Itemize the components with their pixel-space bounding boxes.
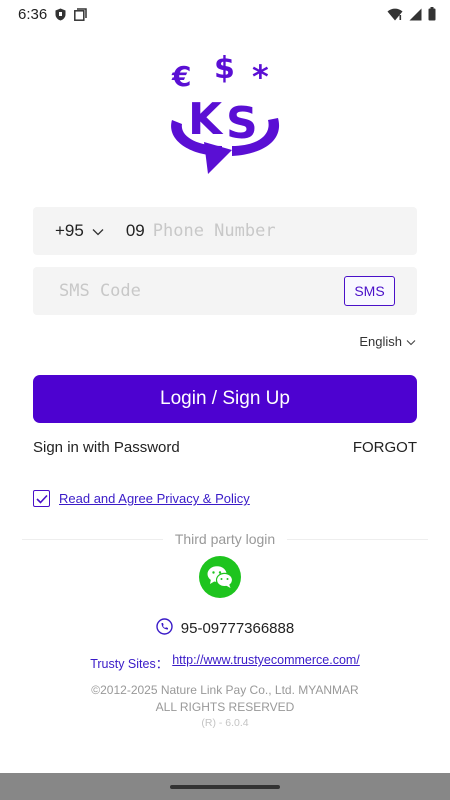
phone-number-input[interactable] <box>152 221 373 241</box>
agree-checkbox[interactable] <box>33 490 50 507</box>
chevron-down-icon <box>406 334 416 349</box>
rights-text: ALL RIGHTS RESERVED <box>155 700 295 714</box>
language-label: English <box>359 334 402 349</box>
send-sms-button[interactable]: SMS <box>344 276 395 306</box>
svg-text:*: * <box>252 58 269 96</box>
forgot-link[interactable]: FORGOT <box>353 439 417 456</box>
battery-icon <box>428 7 436 21</box>
svg-text:S: S <box>226 98 258 149</box>
phone-icon <box>156 618 173 639</box>
login-signup-button[interactable]: Login / Sign Up <box>33 375 417 423</box>
shield-icon <box>55 8 66 21</box>
status-time: 6:36 <box>18 5 48 23</box>
divider-line <box>22 538 163 540</box>
copyright-text: ©2012-2025 Nature Link Pay Co., Ltd. MYA… <box>91 683 359 697</box>
svg-text:K: K <box>188 94 224 145</box>
trusty-sites-link[interactable]: http://www.trustyecommerce.com/ <box>172 653 360 672</box>
app-logo: € $ * K S <box>160 51 290 176</box>
agreement-row: Read and Agree Privacy & Policy <box>33 490 250 507</box>
svg-text:$: $ <box>214 54 235 86</box>
sign-in-with-password-link[interactable]: Sign in with Password <box>33 439 180 456</box>
trusty-sites: Trusty Sites： http://www.trustyecommerce… <box>0 653 450 672</box>
trusty-sites-label: Trusty Sites： <box>90 657 169 671</box>
svg-text:€: € <box>171 60 191 93</box>
signal-icon <box>409 8 422 21</box>
hotline-row[interactable]: 95-09777366888 <box>0 618 450 639</box>
phone-field: +95 09 <box>33 207 417 255</box>
clipboard-icon <box>74 7 87 21</box>
country-code-selector[interactable]: +95 <box>55 221 104 241</box>
phone-prefix: 09 <box>125 221 145 240</box>
status-bar: 6:36 <box>0 0 450 28</box>
language-selector[interactable]: English <box>359 334 416 349</box>
version-text: (R) - 6.0.4 <box>201 717 249 729</box>
privacy-policy-link[interactable]: Read and Agree Privacy & Policy <box>59 491 250 506</box>
sms-field: SMS <box>33 267 417 315</box>
wifi-icon <box>387 8 403 21</box>
country-code-value: +95 <box>55 221 84 240</box>
third-party-label: Third party login <box>174 531 276 547</box>
third-party-divider: Third party login <box>22 529 429 549</box>
wechat-icon[interactable] <box>199 556 241 598</box>
checkmark-icon <box>35 494 48 504</box>
sms-code-input[interactable] <box>59 281 309 301</box>
divider-line <box>287 538 429 540</box>
home-gesture-handle[interactable] <box>170 785 280 789</box>
hotline-number: 95-09777366888 <box>180 620 295 637</box>
chevron-down-icon <box>92 221 104 241</box>
